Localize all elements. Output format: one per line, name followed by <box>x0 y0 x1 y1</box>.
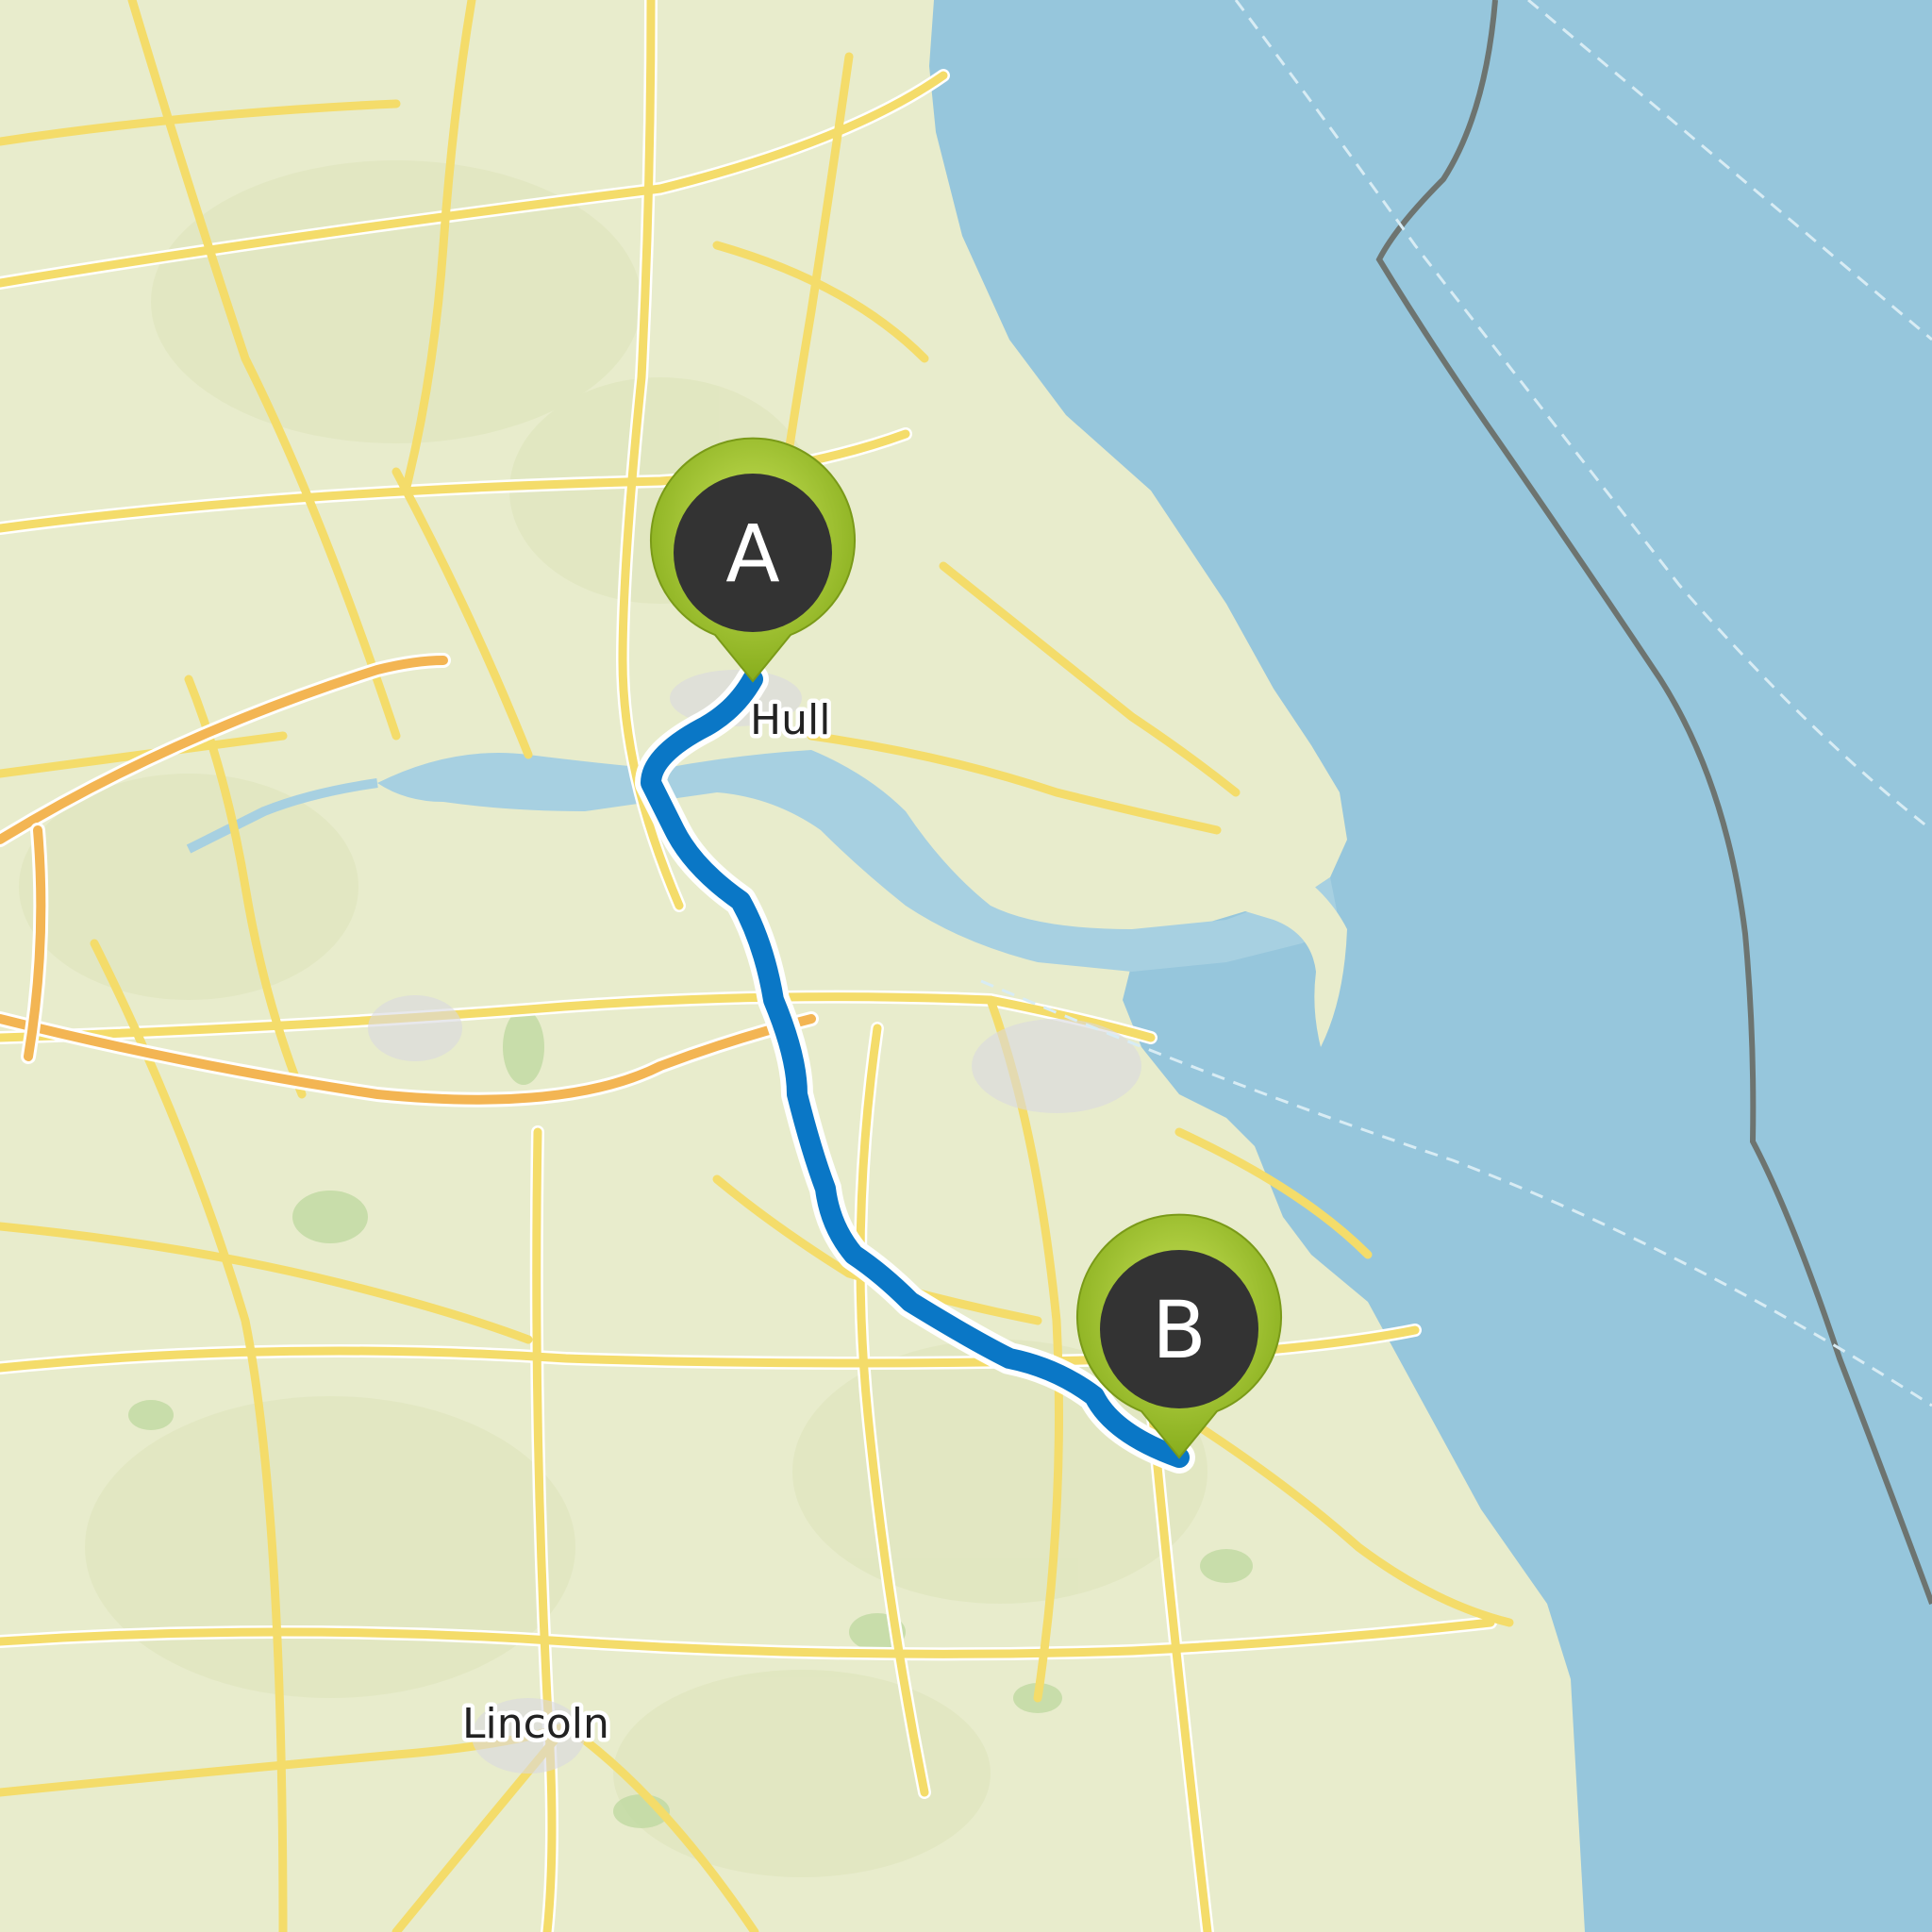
place-label-hull: Hull <box>750 696 830 744</box>
end-marker-letter: B <box>1152 1284 1207 1376</box>
map-canvas[interactable]: Hull Lincoln A B <box>0 0 1932 1932</box>
start-marker-letter: A <box>725 508 779 600</box>
place-label-lincoln: Lincoln <box>462 1700 609 1748</box>
map-view[interactable]: Hull Lincoln A B <box>0 0 1932 1932</box>
